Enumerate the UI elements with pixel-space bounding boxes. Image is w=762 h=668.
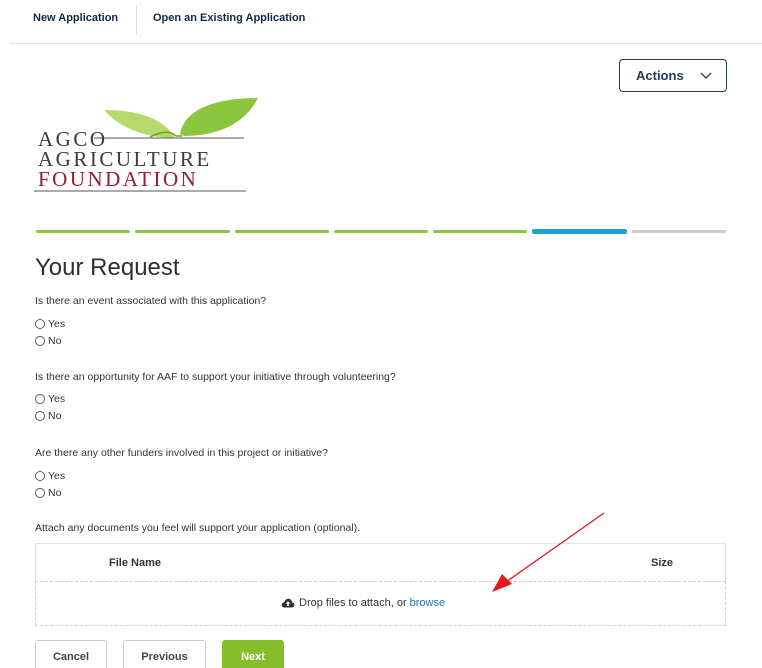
column-file-name: File Name xyxy=(109,557,161,569)
actions-dropdown[interactable]: Actions xyxy=(619,59,727,92)
foundation-logo: AGCO AGRICULTURE FOUNDATION xyxy=(34,96,264,196)
open-existing-application-link[interactable]: Open an Existing Application xyxy=(153,12,305,24)
radio-volunteering-no[interactable]: No xyxy=(35,410,61,422)
drop-zone-text: Drop files to attach, or browse xyxy=(281,597,445,609)
new-application-link[interactable]: New Application xyxy=(33,12,118,24)
radio-label: Yes xyxy=(48,470,66,482)
radio-label: Yes xyxy=(48,393,66,405)
file-attachment-table: File Name Size Drop files to attach, or … xyxy=(35,543,726,626)
question-other-funders: Are there any other funders involved in … xyxy=(35,447,328,459)
logo-underline xyxy=(34,190,246,192)
radio-funders-no[interactable]: No xyxy=(35,487,61,499)
progress-step-7 xyxy=(631,230,726,233)
file-drop-zone[interactable]: Drop files to attach, or browse xyxy=(35,581,726,626)
file-table-header: File Name Size xyxy=(35,543,726,581)
question-volunteering: Is there an opportunity for AAF to suppo… xyxy=(35,371,396,383)
progress-step-2 xyxy=(135,230,230,233)
drop-files-label: Drop files to attach, or xyxy=(299,597,407,609)
radio-label: Yes xyxy=(48,318,66,330)
chevron-down-icon xyxy=(700,72,712,79)
radio-circle[interactable] xyxy=(35,411,45,421)
attachments-prompt: Attach any documents you feel will suppo… xyxy=(35,522,361,534)
radio-circle[interactable] xyxy=(35,471,45,481)
radio-label: No xyxy=(48,487,62,499)
page-title: Your Request xyxy=(35,254,180,281)
actions-label: Actions xyxy=(636,68,684,83)
radio-label: No xyxy=(48,335,62,347)
radio-circle[interactable] xyxy=(35,336,45,346)
radio-circle[interactable] xyxy=(35,319,45,329)
top-nav: New Application Open an Existing Applica… xyxy=(10,0,762,44)
progress-step-4 xyxy=(333,230,429,233)
question-event: Is there an event associated with this a… xyxy=(35,295,267,307)
radio-funders-yes[interactable]: Yes xyxy=(35,470,65,482)
radio-circle[interactable] xyxy=(35,394,45,404)
cloud-upload-icon xyxy=(281,598,295,608)
radio-label: No xyxy=(48,410,62,422)
step-progress-bar xyxy=(36,229,726,234)
logo-text-foundation: FOUNDATION xyxy=(38,167,199,191)
nav-divider xyxy=(136,5,137,35)
next-button[interactable]: Next xyxy=(222,640,284,668)
radio-event-no[interactable]: No xyxy=(35,335,61,347)
previous-button[interactable]: Previous xyxy=(123,640,206,668)
progress-step-5 xyxy=(433,230,528,233)
column-size: Size xyxy=(650,557,673,569)
radio-event-yes[interactable]: Yes xyxy=(35,318,65,330)
progress-step-3 xyxy=(234,230,329,233)
radio-volunteering-yes[interactable]: Yes xyxy=(35,393,65,405)
cancel-button[interactable]: Cancel xyxy=(35,640,107,668)
radio-circle[interactable] xyxy=(35,488,45,498)
browse-link[interactable]: browse xyxy=(410,597,445,609)
progress-step-6 xyxy=(532,229,627,234)
progress-step-1 xyxy=(36,230,131,233)
